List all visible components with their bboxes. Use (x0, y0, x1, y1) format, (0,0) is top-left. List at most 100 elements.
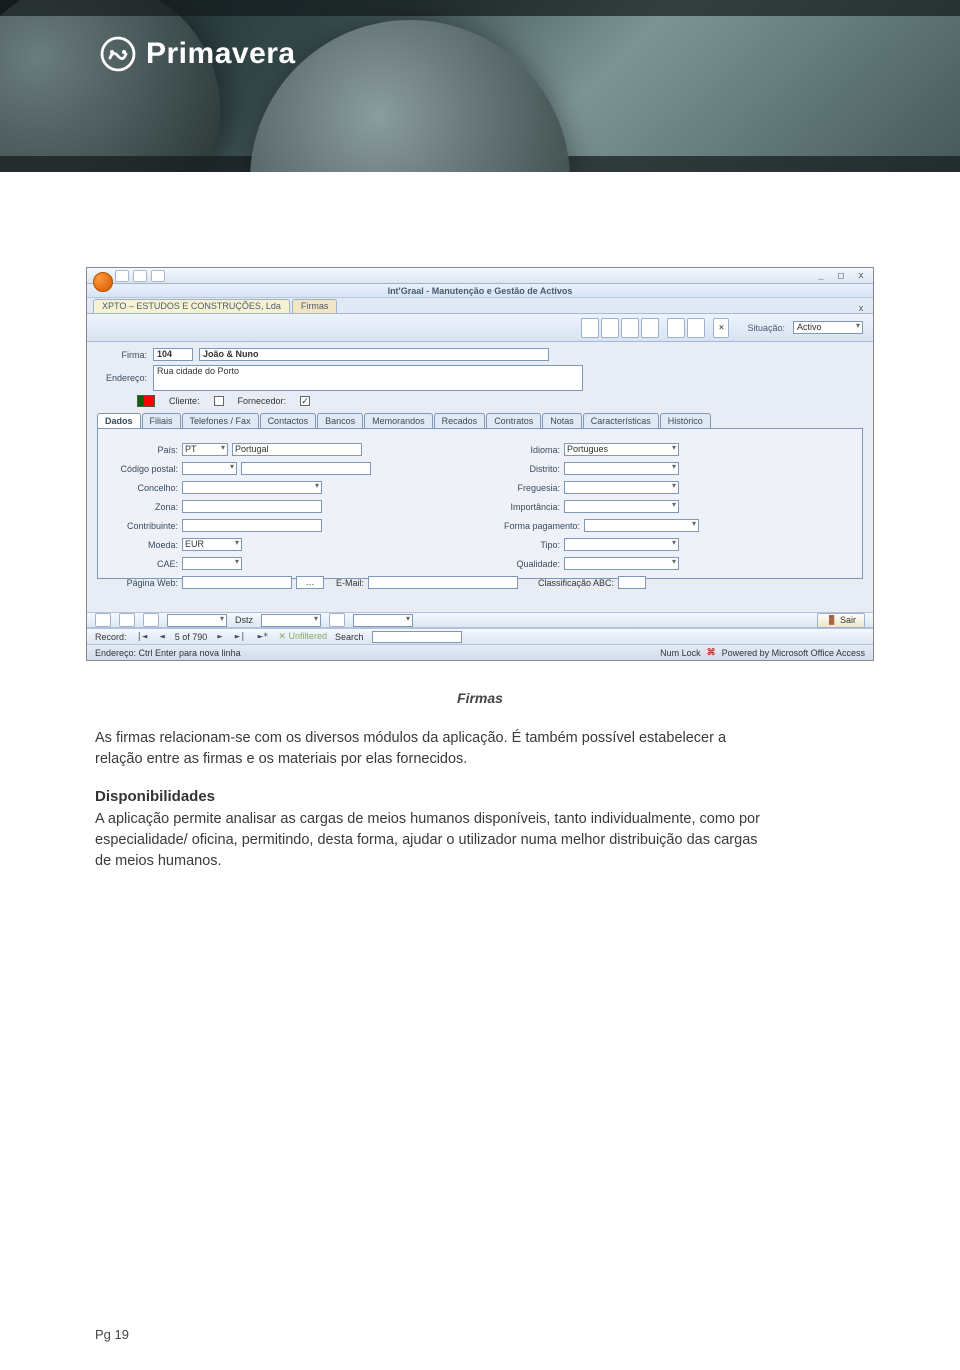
close-button[interactable]: x (855, 271, 867, 281)
app-title: Int'Graal - Manutenção e Gestão de Activ… (93, 286, 867, 296)
tab-recados[interactable]: Recados (434, 413, 486, 428)
powered-by: Powered by Microsoft Office Access (722, 648, 865, 658)
pais-label: País: (108, 445, 178, 455)
zona-field[interactable] (182, 500, 322, 513)
classabc-field[interactable] (618, 576, 646, 589)
formapag-label: Forma pagamento: (490, 521, 580, 531)
record-label: Record: (95, 632, 127, 642)
idioma-select[interactable]: Portugues (564, 443, 679, 456)
pais-name-field[interactable]: Portugal (232, 443, 362, 456)
nav-next-button[interactable]: ► (215, 632, 224, 642)
nav-prev-button[interactable]: ◄ (157, 632, 166, 642)
tab-filiais[interactable]: Filiais (142, 413, 181, 428)
page-number: Pg 19 (95, 1327, 129, 1342)
pais-code-select[interactable]: PT (182, 443, 228, 456)
brand-name: Primavera (146, 37, 296, 71)
freguesia-select[interactable] (564, 481, 679, 494)
tab-caracteristicas[interactable]: Características (583, 413, 659, 428)
dstz-select-1[interactable] (261, 614, 321, 627)
firma-code-field[interactable]: 104 (153, 348, 193, 361)
search-field[interactable] (372, 631, 462, 643)
qualidade-select[interactable] (564, 557, 679, 570)
fornecedor-checkbox[interactable]: ✓ (300, 396, 310, 406)
qa-redo-icon[interactable] (151, 270, 165, 282)
tb-btn-4[interactable] (641, 318, 659, 338)
access-logo-icon: ⌘ (707, 647, 716, 658)
tb-btn-1[interactable] (581, 318, 599, 338)
tab-dados[interactable]: Dados (97, 413, 141, 428)
codpostal-select[interactable] (182, 462, 237, 475)
email-label: E-Mail: (336, 578, 364, 588)
tab-contactos[interactable]: Contactos (260, 413, 317, 428)
record-position: 5 of 790 (175, 632, 208, 642)
window-controls: _ □ x (815, 271, 867, 281)
tab-contratos[interactable]: Contratos (486, 413, 541, 428)
toolbar-group-2 (667, 318, 705, 338)
view-select[interactable] (167, 614, 227, 627)
toolbar-group-1 (581, 318, 659, 338)
pagweb-browse-button[interactable]: … (296, 576, 324, 589)
nav-first-button[interactable]: |◄ (135, 632, 150, 642)
filter-state: ✕ Unfiltered (278, 631, 327, 642)
formapag-select[interactable] (584, 519, 699, 532)
view-icon-3[interactable] (143, 613, 159, 627)
search-label: Search (335, 632, 364, 642)
doc-tab-firmas[interactable]: Firmas (292, 299, 338, 313)
contribuinte-label: Contribuinte: (108, 521, 178, 531)
tab-bancos[interactable]: Bancos (317, 413, 363, 428)
page-text-content: Firmas As firmas relacionam-se com os di… (95, 690, 775, 890)
detail-tabs: Dados Filiais Telefones / Fax Contactos … (97, 413, 863, 429)
banner-bar-bottom (0, 156, 960, 172)
tipo-select[interactable] (564, 538, 679, 551)
tb-btn-delete[interactable]: × (713, 318, 729, 338)
numlock-indicator: Num Lock (660, 648, 701, 658)
minimize-button[interactable]: _ (815, 271, 827, 281)
concelho-label: Concelho: (108, 483, 178, 493)
distrito-select[interactable] (564, 462, 679, 475)
paragraph-2: A aplicação permite analisar as cargas d… (95, 809, 775, 872)
firma-name-field[interactable]: João & Nuno (199, 348, 549, 361)
tab-panel-dados: País: PT Portugal Idioma: Portugues Códi… (97, 429, 863, 579)
tab-historico[interactable]: Histórico (660, 413, 711, 428)
tb-btn-5[interactable] (667, 318, 685, 338)
tb-btn-3[interactable] (621, 318, 639, 338)
sair-button[interactable]: 🚪 Sair (817, 613, 865, 628)
maximize-button[interactable]: □ (835, 271, 847, 281)
pagweb-label: Página Web: (108, 578, 178, 588)
doc-tab-close-icon[interactable]: x (855, 303, 867, 313)
doc-tab-main[interactable]: XPTO – ESTUDOS E CONSTRUÇÕES, Lda (93, 299, 290, 313)
office-orb-icon[interactable] (93, 272, 113, 292)
tab-memorandos[interactable]: Memorandos (364, 413, 433, 428)
status-hint: Endereço: Ctrl Enter para nova linha (95, 648, 241, 658)
record-navigator: Record: |◄ ◄ 5 of 790 ► ►| ►* ✕ Unfilter… (87, 628, 873, 644)
page-banner: Primavera (0, 0, 960, 172)
qa-save-icon[interactable] (115, 270, 129, 282)
dstz-select-2[interactable] (353, 614, 413, 627)
situacao-select[interactable]: Activo (793, 321, 863, 334)
codpostal-field[interactable] (241, 462, 371, 475)
banner-bar-top (0, 0, 960, 16)
tb-btn-2[interactable] (601, 318, 619, 338)
tab-notas[interactable]: Notas (542, 413, 582, 428)
contribuinte-field[interactable] (182, 519, 322, 532)
nav-new-button[interactable]: ►* (256, 632, 271, 642)
tb-btn-6[interactable] (687, 318, 705, 338)
pagweb-field[interactable] (182, 576, 292, 589)
email-field[interactable] (368, 576, 518, 589)
moeda-label: Moeda: (108, 540, 178, 550)
cliente-checkbox[interactable] (214, 396, 224, 406)
concelho-select[interactable] (182, 481, 322, 494)
view-icon-1[interactable] (95, 613, 111, 627)
dstz-bar: Dstz 🚪 Sair (87, 612, 873, 628)
nav-last-button[interactable]: ►| (233, 632, 248, 642)
cliente-label: Cliente: (169, 396, 200, 406)
tab-telefones[interactable]: Telefones / Fax (182, 413, 259, 428)
importancia-select[interactable] (564, 500, 679, 513)
dstz-apply-icon[interactable] (329, 613, 345, 627)
cae-select[interactable] (182, 557, 242, 570)
view-icon-2[interactable] (119, 613, 135, 627)
qa-undo-icon[interactable] (133, 270, 147, 282)
primavera-icon (100, 36, 136, 72)
endereco-field[interactable]: Rua cidade do Porto (153, 365, 583, 391)
moeda-select[interactable]: EUR (182, 538, 242, 551)
